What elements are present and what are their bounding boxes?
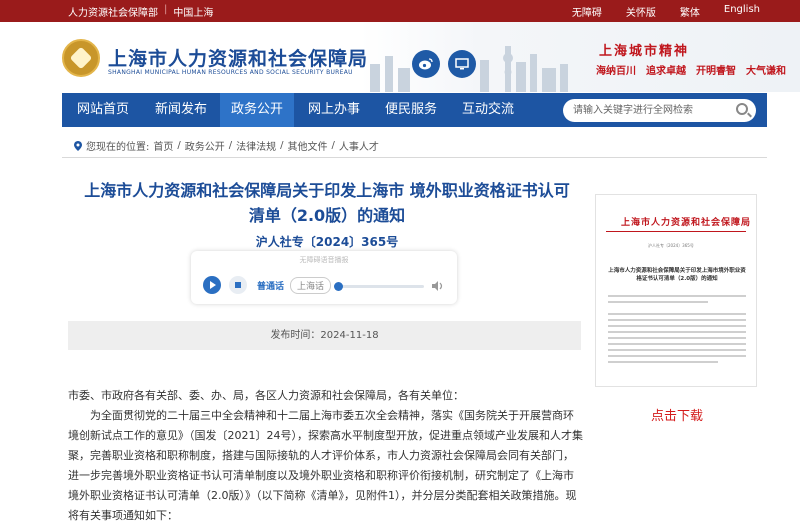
thumb-title: 上海市人力资源和社会保障局关于印发上海市境外职业资格证书认可清单（2.0版）的通… — [608, 268, 746, 282]
nav-gov-info[interactable]: 政务公开 — [220, 93, 294, 127]
site-header: 上海市人力资源和社会保障局 SHANGHAI MUNICIPAL HUMAN R… — [0, 22, 800, 92]
lang-mandarin-button[interactable]: 普通话 — [257, 279, 284, 292]
volume-icon[interactable] — [431, 280, 445, 292]
breadcrumb: 您现在的位置: 首页 / 政务公开 / 法律法规 / 其他文件 / 人事人才 — [74, 138, 379, 153]
divider — [62, 157, 767, 158]
breadcrumb-item-home[interactable]: 首页 — [153, 138, 173, 153]
link-mohrss[interactable]: 人力资源社会保障部 — [68, 4, 158, 19]
weibo-icon — [419, 58, 433, 70]
breadcrumb-item-other-docs[interactable]: 其他文件 — [288, 138, 328, 153]
search-input[interactable]: 请输入关键字进行全网检索 — [563, 99, 756, 122]
top-bar: 人力资源社会保障部 | 中国上海 无障碍 关怀版 繁体 English — [0, 0, 800, 22]
download-link[interactable]: 点击下载 — [651, 405, 703, 424]
city-spirit: 海纳百川 追求卓越 开明睿智 大气谦和 — [596, 66, 786, 77]
nav-online-services[interactable]: 网上办事 — [297, 93, 371, 127]
breadcrumb-label: 您现在的位置: — [86, 142, 150, 153]
org-name[interactable]: 上海市人力资源和社会保障局 — [108, 44, 368, 71]
thumb-red-rule — [606, 231, 746, 232]
link-accessibility[interactable]: 无障碍 — [572, 4, 602, 19]
weibo-button[interactable] — [412, 50, 440, 78]
progress-knob[interactable] — [334, 282, 343, 291]
breadcrumb-item-gov-info[interactable]: 政务公开 — [185, 138, 225, 153]
link-china-shanghai[interactable]: 中国上海 — [173, 4, 213, 19]
thumb-header: 上海市人力资源和社会保障局 — [621, 218, 752, 228]
monitor-icon — [455, 58, 469, 70]
link-english[interactable]: English — [724, 4, 760, 19]
breadcrumb-item-laws[interactable]: 法律法规 — [236, 138, 276, 153]
salutation: 市委、市政府各有关部、委、办、局，各区人力资源和社会保障局，各有关单位： — [68, 389, 464, 402]
stop-button[interactable] — [229, 276, 247, 294]
search-icon[interactable] — [736, 103, 748, 115]
nav-news[interactable]: 新闻发布 — [144, 93, 218, 127]
player-hint: 无障碍语音播报 — [299, 256, 349, 264]
bureau-logo-icon[interactable] — [62, 39, 100, 77]
mobile-site-button[interactable] — [448, 50, 476, 78]
link-traditional[interactable]: 繁体 — [680, 4, 700, 19]
location-pin-icon — [74, 140, 82, 151]
thumb-doc-no: 沪人社专〔2024〕365号 — [648, 243, 694, 248]
city-spirit-title: 上海城市精神 — [599, 44, 690, 59]
nav-interaction[interactable]: 互动交流 — [451, 93, 525, 127]
article-title: 上海市人力资源和社会保障局关于印发上海市 境外职业资格证书认可 清单（2.0版）… — [84, 181, 570, 225]
document-thumbnail[interactable]: 上海市人力资源和社会保障局 沪人社专〔2024〕365号 上海市人力资源和社会保… — [595, 194, 757, 387]
org-name-en: SHANGHAI MUNICIPAL HUMAN RESOURCES AND S… — [108, 69, 353, 76]
nav-public-services[interactable]: 便民服务 — [374, 93, 448, 127]
lang-shanghainese-button[interactable]: 上海话 — [290, 277, 332, 294]
article-body: 市委、市政府各有关部、委、办、局，各区人力资源和社会保障局，各有关单位： 为全面… — [68, 386, 583, 526]
document-number: 沪人社专〔2024〕365号 — [255, 235, 399, 249]
publish-date: 发布时间：2024-11-18 — [68, 321, 581, 350]
link-elder-mode[interactable]: 关怀版 — [626, 4, 656, 19]
nav-home[interactable]: 网站首页 — [66, 93, 140, 127]
progress-slider[interactable] — [334, 282, 424, 291]
play-button[interactable] — [203, 276, 221, 294]
breadcrumb-item-personnel[interactable]: 人事人才 — [339, 138, 379, 153]
audio-player: 无障碍语音播报 普通话 上海话 — [191, 251, 457, 304]
paragraph: 为全面贯彻党的二十届三中全会精神和十二届上海市委五次全会精神，落实《国务院关于开… — [68, 409, 583, 522]
